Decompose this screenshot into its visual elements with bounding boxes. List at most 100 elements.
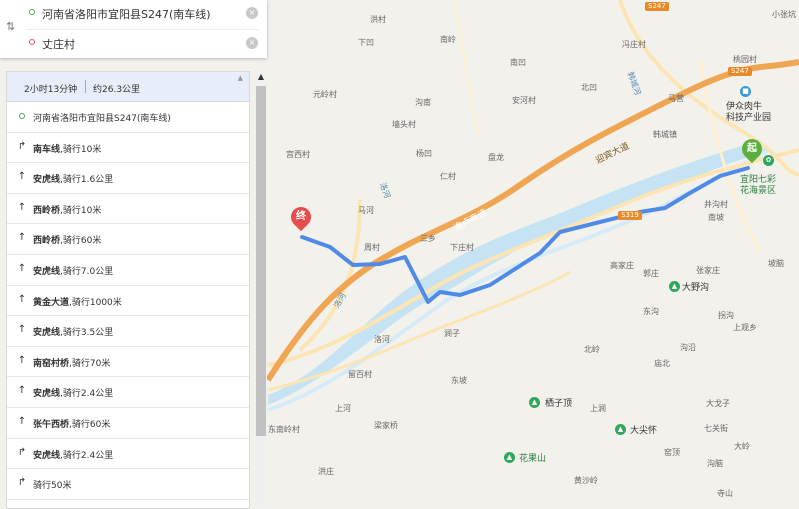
route-step[interactable]: ↑西岭桥,骑行60米 bbox=[7, 224, 249, 255]
step-label: 骑行50米 bbox=[33, 478, 71, 491]
place-label: 元岭村 bbox=[313, 90, 337, 100]
destination-dot-icon bbox=[29, 39, 35, 45]
place-label: 下凹 bbox=[358, 38, 374, 48]
place-label: 下庄村 bbox=[450, 243, 474, 253]
poi-label[interactable]: 栖子顶 bbox=[545, 396, 572, 409]
route-step[interactable]: ↑黄金大道,骑行1000米 bbox=[7, 286, 249, 317]
place-label: 井沟村 bbox=[704, 200, 728, 210]
route-input-panel: ⇅ 河南省洛阳市宜阳县S247(南车线) × 丈庄村 × bbox=[0, 0, 267, 58]
place-label: 沟沿 bbox=[680, 343, 696, 353]
swap-icon[interactable]: ⇅ bbox=[6, 20, 15, 33]
poi-label[interactable]: 科技产业园 bbox=[726, 110, 771, 123]
mountain-icon[interactable]: ▲ bbox=[669, 281, 680, 292]
step-detail: ,骑行1000米 bbox=[69, 298, 122, 308]
step-detail: ,骑行7.0公里 bbox=[60, 267, 113, 277]
route-step[interactable]: ↱ 安虎线,骑行2.4公里 bbox=[7, 439, 249, 470]
place-label: 窑顶 bbox=[664, 448, 680, 458]
route-step[interactable]: ↑安虎线,骑行7.0公里 bbox=[7, 255, 249, 286]
origin-field[interactable]: 河南省洛阳市宜阳县S247(南车线) × bbox=[26, 0, 260, 26]
clear-destination-icon[interactable]: × bbox=[246, 37, 258, 49]
poi-label[interactable]: 大尖怀 bbox=[630, 423, 657, 436]
scrollbar[interactable]: ▲ bbox=[255, 70, 267, 507]
scenic-icon[interactable]: ✿ bbox=[763, 155, 774, 166]
turn-right-icon: ↱ bbox=[16, 477, 28, 489]
place-label: 北凹 bbox=[581, 83, 597, 93]
straight-icon: ↑ bbox=[16, 294, 28, 306]
place-label: 南岭 bbox=[440, 35, 456, 45]
step-road-name: 南车线 bbox=[33, 145, 60, 155]
route-step[interactable]: ↑ 南窑村桥,骑行70米 bbox=[7, 347, 249, 378]
step-label: 西岭桥,骑行10米 bbox=[33, 203, 101, 216]
straight-icon: ↑ bbox=[16, 171, 28, 183]
clear-origin-icon[interactable]: × bbox=[246, 7, 258, 19]
turn-right-icon: ↱ bbox=[16, 447, 28, 459]
step-label: 南车线,骑行10米 bbox=[33, 142, 101, 155]
straight-icon: ↑ bbox=[16, 202, 28, 214]
place-label: 冯庄村 bbox=[622, 40, 646, 50]
place-label: 大戈子 bbox=[706, 399, 730, 409]
route-step[interactable]: ↑安虎线,骑行1.6公里 bbox=[7, 163, 249, 194]
step-detail: ,骑行2.4公里 bbox=[60, 451, 113, 461]
route-step[interactable]: ↑安虎线,骑行2.4公里 bbox=[7, 377, 249, 408]
poi-label[interactable]: 花海景区 bbox=[740, 183, 776, 196]
step-label: 河南省洛阳市宜阳县S247(南车线) bbox=[33, 111, 171, 124]
scroll-up-icon[interactable]: ▲ bbox=[255, 70, 267, 84]
place-label: 坡脑 bbox=[768, 259, 784, 269]
place-label: 南凹 bbox=[510, 58, 526, 68]
step-label: 西岭桥,骑行60米 bbox=[33, 233, 101, 246]
straight-icon: ↑ bbox=[16, 355, 28, 367]
start-pin[interactable]: 起 bbox=[738, 135, 766, 163]
route-step[interactable]: ↱ 骑行50米 bbox=[7, 469, 249, 500]
step-label: 安虎线,骑行3.5公里 bbox=[33, 325, 113, 338]
step-detail: 骑行50米 bbox=[33, 481, 71, 491]
road-badge: S247 bbox=[645, 2, 669, 11]
destination-field[interactable]: 丈庄村 × bbox=[26, 29, 260, 56]
step-detail: ,骑行10米 bbox=[60, 206, 101, 216]
origin-text[interactable]: 河南省洛阳市宜阳县S247(南车线) bbox=[42, 6, 211, 22]
route-step[interactable]: ↑安虎线,骑行3.5公里 bbox=[7, 316, 249, 347]
mountain-icon[interactable]: ▲ bbox=[529, 397, 540, 408]
step-road-name: 安虎线 bbox=[33, 451, 60, 461]
step-road-name: 安虎线 bbox=[33, 328, 60, 338]
end-pin[interactable]: 终 bbox=[287, 203, 315, 231]
route-step[interactable]: ↱南车线,骑行10米 bbox=[7, 133, 249, 164]
destination-text[interactable]: 丈庄村 bbox=[42, 36, 75, 52]
start-pin-label: 起 bbox=[742, 139, 762, 159]
poi-label[interactable]: 大野沟 bbox=[682, 280, 709, 293]
place-label: 桃园村 bbox=[733, 55, 757, 65]
place-label: 涧子 bbox=[444, 329, 460, 339]
place-label: 东南岭村 bbox=[268, 425, 300, 435]
step-detail: ,骑行60米 bbox=[60, 236, 101, 246]
place-label: 高家庄 bbox=[610, 261, 634, 271]
route-start-step[interactable]: 河南省洛阳市宜阳县S247(南车线) bbox=[7, 102, 249, 133]
place-label: 沟南 bbox=[415, 98, 431, 108]
route-summary[interactable]: 2小时13分钟 约26.3公里 ▲ bbox=[7, 72, 249, 102]
mountain-icon[interactable]: ▲ bbox=[615, 424, 626, 435]
road-minor bbox=[455, 0, 480, 140]
place-label: 大岭 bbox=[734, 442, 750, 452]
poi-label[interactable]: 花果山 bbox=[519, 451, 546, 464]
place-label: 南坡 bbox=[708, 213, 724, 223]
place-label: 安河村 bbox=[512, 96, 536, 106]
route-distance: 约26.3公里 bbox=[93, 82, 140, 95]
straight-icon: ↑ bbox=[16, 385, 28, 397]
building-icon[interactable]: ■ bbox=[740, 86, 751, 97]
place-label: 张家庄 bbox=[696, 266, 720, 276]
step-label: 南窑村桥,骑行70米 bbox=[33, 356, 110, 369]
route-step[interactable]: ↑张午西桥,骑行60米 bbox=[7, 408, 249, 439]
step-road-name: 安虎线 bbox=[33, 175, 60, 185]
place-label: 郭庄 bbox=[643, 269, 659, 279]
place-label: 沟脑 bbox=[707, 459, 723, 469]
step-road-name: 西岭桥 bbox=[33, 206, 60, 216]
place-label: 留百村 bbox=[348, 370, 372, 380]
step-detail: ,骑行3.5公里 bbox=[60, 328, 113, 338]
place-label: 宫西村 bbox=[286, 150, 310, 160]
collapse-icon[interactable]: ▲ bbox=[238, 74, 243, 82]
place-label: 拐沟 bbox=[718, 311, 734, 321]
mountain-icon[interactable]: ▲ bbox=[504, 452, 515, 463]
road-badge: S247 bbox=[728, 67, 752, 76]
scroll-thumb[interactable] bbox=[256, 86, 266, 436]
straight-icon: ↑ bbox=[16, 416, 28, 428]
route-step[interactable]: ↑ 西岭桥,骑行10米 bbox=[7, 194, 249, 225]
route-step[interactable]: ↰花果山洛河大桥,骑行2.4公里 bbox=[7, 500, 249, 509]
